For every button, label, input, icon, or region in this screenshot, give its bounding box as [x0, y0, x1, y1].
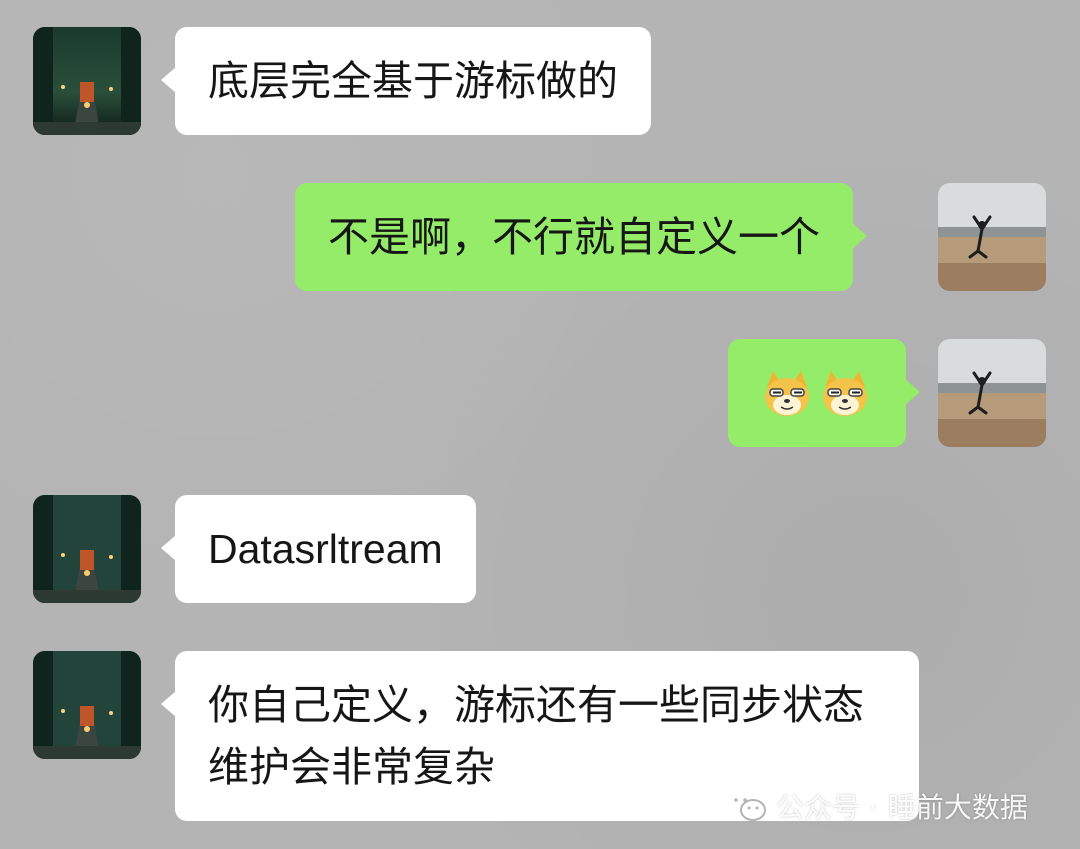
- wechat-icon: [727, 791, 766, 821]
- contact-avatar[interactable]: [33, 27, 141, 135]
- chat-area: 底层完全基于游标做的 不是啊，不行就自定义一个 Datasrltream 你自己…: [0, 0, 1080, 849]
- watermark-name: 睡前大数据: [887, 791, 1028, 824]
- emoji-bubble[interactable]: [728, 339, 920, 447]
- message-text: 你自己定义，游标还有一些同步状态维护会非常复杂: [208, 681, 864, 791]
- contact-avatar[interactable]: [33, 651, 141, 759]
- beach-photo-icon: [938, 339, 1046, 447]
- contact-avatar[interactable]: [33, 495, 141, 603]
- beach-photo-icon: [938, 183, 1046, 291]
- doge-emoji: [765, 371, 809, 416]
- street-photo-icon: [33, 651, 141, 759]
- message-text: Datasrltream: [208, 526, 443, 572]
- message-bubble[interactable]: 底层完全基于游标做的: [161, 27, 651, 135]
- doge-emoji: [823, 371, 867, 416]
- watermark-prefix: 公众号 ·: [776, 791, 878, 824]
- user-avatar[interactable]: [938, 339, 1046, 447]
- street-photo-icon: [33, 27, 141, 135]
- watermark: 公众号 · 睡前大数据: [726, 783, 1028, 829]
- message-bubble[interactable]: 不是啊，不行就自定义一个: [295, 183, 867, 291]
- user-avatar[interactable]: [938, 183, 1046, 291]
- street-photo-icon: [33, 495, 141, 603]
- message-text: 不是啊，不行就自定义一个: [328, 213, 820, 261]
- message-text: 底层完全基于游标做的: [208, 57, 618, 105]
- message-bubble[interactable]: Datasrltream: [161, 495, 476, 603]
